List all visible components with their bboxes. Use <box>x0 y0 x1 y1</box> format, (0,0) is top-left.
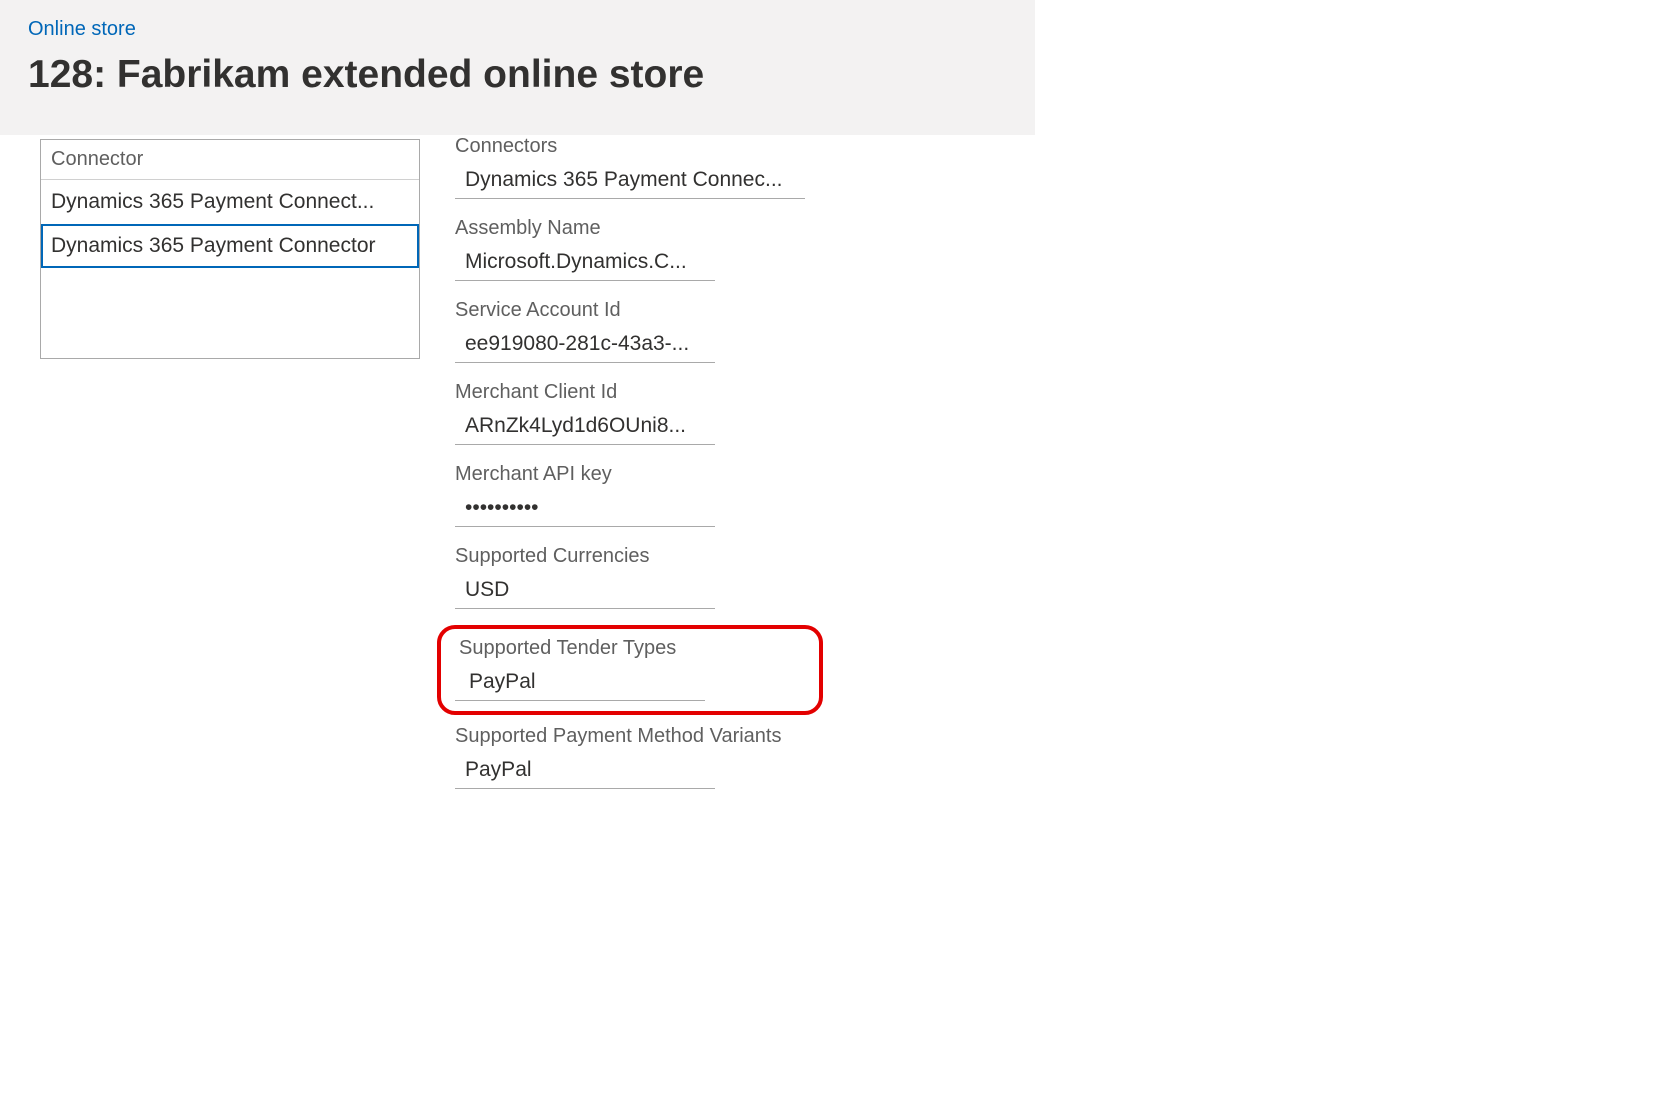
field-label-supported-currencies: Supported Currencies <box>455 545 805 568</box>
connector-list-header: Connector <box>41 140 419 180</box>
field-merchant-client-id: Merchant Client Id ARnZk4Lyd1d6OUni8... <box>455 381 805 445</box>
field-assembly-name: Assembly Name Microsoft.Dynamics.C... <box>455 217 805 281</box>
field-value-assembly-name[interactable]: Microsoft.Dynamics.C... <box>455 246 715 281</box>
field-label-merchant-api-key: Merchant API key <box>455 463 805 486</box>
field-connectors: Connectors Dynamics 365 Payment Connec..… <box>455 135 805 199</box>
field-label-service-account-id: Service Account Id <box>455 299 805 322</box>
field-supported-tender-types: Supported Tender Types PayPal <box>455 637 805 701</box>
page-header-region: Online store 128: Fabrikam extended onli… <box>0 0 1035 135</box>
field-value-connectors[interactable]: Dynamics 365 Payment Connec... <box>455 164 805 199</box>
page-title: 128: Fabrikam extended online store <box>0 41 1035 117</box>
field-label-connectors: Connectors <box>455 135 805 158</box>
field-label-supported-tender-types: Supported Tender Types <box>455 637 805 660</box>
connector-list-item[interactable]: Dynamics 365 Payment Connect... <box>41 180 419 224</box>
field-value-merchant-client-id[interactable]: ARnZk4Lyd1d6OUni8... <box>455 410 715 445</box>
connector-list-empty-area <box>41 268 419 358</box>
field-label-supported-payment-method-variants: Supported Payment Method Variants <box>455 725 805 748</box>
highlight-supported-tender-types: Supported Tender Types PayPal <box>437 625 823 715</box>
field-value-supported-currencies[interactable]: USD <box>455 574 715 609</box>
field-value-merchant-api-key[interactable]: •••••••••• <box>455 492 715 527</box>
field-merchant-api-key: Merchant API key •••••••••• <box>455 463 805 527</box>
content-row: Connector Dynamics 365 Payment Connect..… <box>0 135 1658 807</box>
breadcrumb-online-store[interactable]: Online store <box>0 0 136 41</box>
field-value-service-account-id[interactable]: ee919080-281c-43a3-... <box>455 328 715 363</box>
field-service-account-id: Service Account Id ee919080-281c-43a3-..… <box>455 299 805 363</box>
field-value-supported-tender-types[interactable]: PayPal <box>455 666 705 701</box>
field-supported-currencies: Supported Currencies USD <box>455 545 805 609</box>
field-supported-payment-method-variants: Supported Payment Method Variants PayPal <box>455 725 805 789</box>
field-value-supported-payment-method-variants[interactable]: PayPal <box>455 754 715 789</box>
field-label-assembly-name: Assembly Name <box>455 217 805 240</box>
field-label-merchant-client-id: Merchant Client Id <box>455 381 805 404</box>
details-column: Connectors Dynamics 365 Payment Connec..… <box>455 135 805 807</box>
connector-list: Connector Dynamics 365 Payment Connect..… <box>40 139 420 359</box>
connector-list-item[interactable]: Dynamics 365 Payment Connector <box>41 224 419 268</box>
